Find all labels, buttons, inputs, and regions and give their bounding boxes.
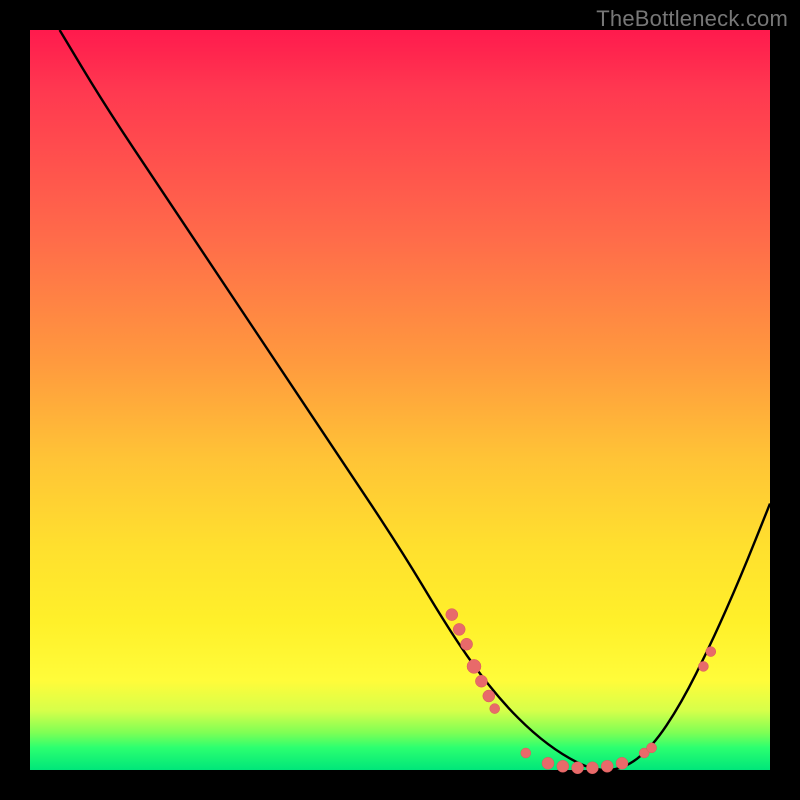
curve-marker <box>616 757 628 769</box>
curve-marker <box>542 757 554 769</box>
plot-area <box>30 30 770 770</box>
curve-marker <box>467 659 481 673</box>
curve-marker <box>647 743 657 753</box>
curve-marker <box>586 762 598 774</box>
curve-svg <box>30 30 770 770</box>
curve-marker <box>475 675 487 687</box>
curve-marker <box>698 661 708 671</box>
curve-marker <box>521 748 531 758</box>
watermark-text: TheBottleneck.com <box>596 6 788 32</box>
curve-marker <box>572 762 584 774</box>
curve-markers <box>446 609 716 774</box>
curve-marker <box>557 760 569 772</box>
curve-marker <box>453 623 465 635</box>
curve-marker <box>706 647 716 657</box>
curve-marker <box>601 760 613 772</box>
chart-frame: TheBottleneck.com <box>0 0 800 800</box>
curve-marker <box>483 690 495 702</box>
curve-marker <box>461 638 473 650</box>
curve-marker <box>446 609 458 621</box>
bottleneck-curve <box>60 30 770 770</box>
curve-marker <box>490 704 500 714</box>
